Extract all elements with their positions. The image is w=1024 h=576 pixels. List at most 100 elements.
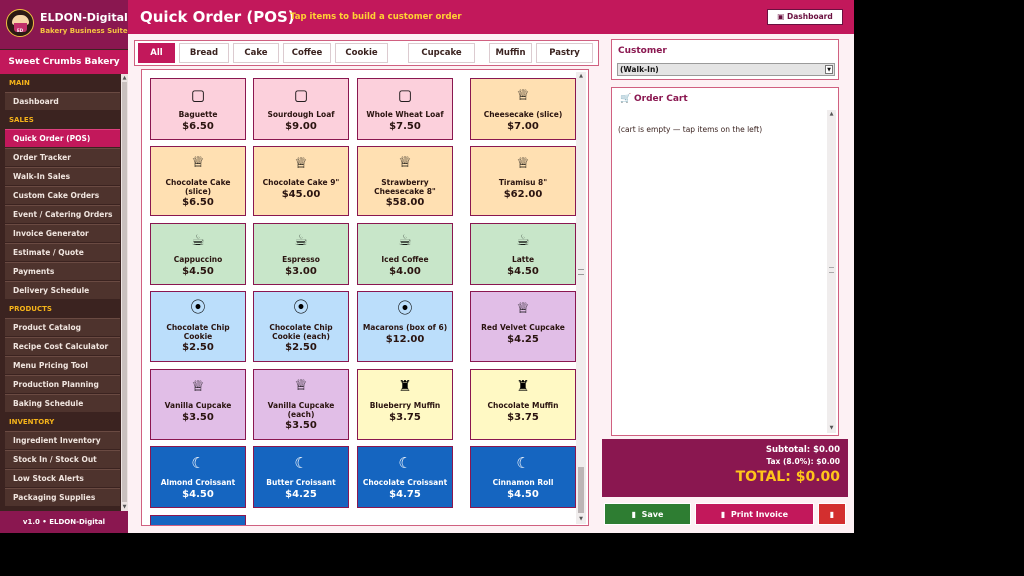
dashboard-button[interactable]: ▣ Dashboard: [767, 9, 843, 25]
product-card[interactable]: ♕ Strawberry Cheesecake 8" $58.00: [357, 146, 453, 216]
product-card[interactable]: ♕ Tiramisu 8" $62.00: [470, 146, 576, 216]
print-icon: ▮: [720, 510, 726, 519]
product-card[interactable]: ☕ Latte $4.50: [470, 223, 576, 285]
sidebar-item-baking-schedule[interactable]: Baking Schedule: [5, 394, 120, 412]
product-card[interactable]: ☕ Cappuccino $4.50: [150, 223, 246, 285]
page-subtitle: Tap items to build a customer order: [290, 12, 462, 22]
product-price: $4.50: [507, 266, 539, 277]
sidebar-item-low-stock-alerts[interactable]: Low Stock Alerts: [5, 469, 120, 487]
tab-cookie[interactable]: Cookie: [335, 43, 388, 63]
product-price: $9.00: [285, 121, 317, 132]
sidebar-scrollbar[interactable]: ▲ ▼: [121, 74, 128, 511]
bread-icon: ▢: [397, 86, 413, 104]
product-card[interactable]: ♕ Chocolate Cake (slice) $6.50: [150, 146, 246, 216]
product-card[interactable]: ♕ Cheesecake (slice) $7.00: [470, 78, 576, 140]
product-price: $4.50: [507, 489, 539, 500]
product-name: Butter Croissant: [266, 478, 336, 487]
muffin-icon: ♜: [516, 377, 530, 395]
product-card[interactable]: ♕ Chocolate Cake 9" $45.00: [253, 146, 349, 216]
tab-muffin[interactable]: Muffin: [489, 43, 532, 63]
product-name: Cappuccino: [173, 255, 223, 264]
sidebar-item-order-tracker[interactable]: Order Tracker: [5, 148, 120, 166]
product-card[interactable]: ♕ Vanilla Cupcake (each) $3.50: [253, 369, 349, 440]
sidebar-item-menu-pricing-tool[interactable]: Menu Pricing Tool: [5, 356, 120, 374]
customer-label: Customer: [618, 46, 667, 56]
sidebar-item-payments[interactable]: Payments: [5, 262, 120, 280]
product-card[interactable]: ⦿ Chocolate Chip Cookie $2.50: [150, 291, 246, 362]
sidebar-item-production-planning[interactable]: Production Planning: [5, 375, 120, 393]
bread-icon: ▢: [293, 86, 309, 104]
product-card[interactable]: ☾ Butter Croissant $4.25: [253, 446, 349, 508]
sidebar-item-product-catalog[interactable]: Product Catalog: [5, 318, 120, 336]
product-card[interactable]: ☾ Chocolate Croissant $4.75: [357, 446, 453, 508]
version-label: v1.0 • ELDON-Digital: [0, 511, 128, 533]
product-price: $45.00: [281, 189, 321, 200]
product-name: Chocolate Chip Cookie: [166, 323, 230, 341]
product-grid-scrollbar[interactable]: ▲ ▼: [576, 72, 586, 524]
product-card[interactable]: ▢ Sourdough Loaf $9.00: [253, 78, 349, 140]
cart-title: Order Cart: [634, 94, 688, 104]
croissant-icon: ☾: [294, 454, 308, 472]
tab-all[interactable]: All: [138, 43, 175, 63]
product-card[interactable]: ♜ Blueberry Muffin $3.75: [357, 369, 453, 440]
print-invoice-button[interactable]: ▮ Print Invoice: [695, 503, 814, 525]
product-name: Chocolate Cake 9": [262, 178, 340, 187]
tab-cake[interactable]: Cake: [233, 43, 279, 63]
sidebar-item-stock-in-stock-out[interactable]: Stock In / Stock Out: [5, 450, 120, 468]
product-card[interactable]: ▢ Baguette $6.50: [150, 78, 246, 140]
product-name: Chocolate Cake (slice): [165, 178, 231, 196]
product-card[interactable]: [150, 515, 246, 525]
total-value: TOTAL: $0.00: [735, 469, 840, 485]
product-card[interactable]: ♕ Vanilla Cupcake $3.50: [150, 369, 246, 440]
product-price: $6.50: [182, 121, 214, 132]
cake-icon: ♕: [516, 154, 530, 172]
product-card[interactable]: ♕ Red Velvet Cupcake $4.25: [470, 291, 576, 362]
tab-cupcake[interactable]: Cupcake: [408, 43, 475, 63]
tab-bread[interactable]: Bread: [179, 43, 229, 63]
subtotal-value: Subtotal: $0.00: [765, 445, 840, 455]
product-name: Blueberry Muffin: [369, 401, 441, 410]
brand-subtitle: Bakery Business Suite: [40, 27, 128, 35]
product-price: $4.50: [182, 266, 214, 277]
sidebar-item-estimate-quote[interactable]: Estimate / Quote: [5, 243, 120, 261]
sidebar-item-walk-in-sales[interactable]: Walk-In Sales: [5, 167, 120, 185]
croissant-icon: ☾: [191, 454, 205, 472]
bread-icon: ▢: [190, 86, 206, 104]
sidebar-item-invoice-generator[interactable]: Invoice Generator: [5, 224, 120, 242]
order-cart-panel: 🛒 Order Cart (cart is empty — tap items …: [611, 87, 839, 436]
sidebar-item-delivery-schedule[interactable]: Delivery Schedule: [5, 281, 120, 299]
product-card[interactable]: ☕ Iced Coffee $4.00: [357, 223, 453, 285]
product-price: $3.50: [285, 420, 317, 431]
coffee-icon: ☕: [398, 231, 412, 249]
clear-cart-button[interactable]: ▮: [818, 503, 846, 525]
page-header: Quick Order (POS) Tap items to build a c…: [128, 0, 854, 34]
save-button[interactable]: ▮ Save: [604, 503, 691, 525]
product-card[interactable]: ▢ Whole Wheat Loaf $7.50: [357, 78, 453, 140]
customer-panel: Customer (Walk-In) ▼: [611, 39, 839, 80]
product-card[interactable]: ☾ Cinnamon Roll $4.50: [470, 446, 576, 508]
sidebar-item-packaging-supplies[interactable]: Packaging Supplies: [5, 488, 120, 506]
product-price: $3.50: [182, 412, 214, 423]
sidebar-item-custom-cake-orders[interactable]: Custom Cake Orders: [5, 186, 120, 204]
customer-select[interactable]: (Walk-In) ▼: [617, 63, 835, 76]
sidebar-item-recipe-cost-calculator[interactable]: Recipe Cost Calculator: [5, 337, 120, 355]
tab-coffee[interactable]: Coffee: [283, 43, 331, 63]
product-card[interactable]: ☕ Espresso $3.00: [253, 223, 349, 285]
tab-pastry[interactable]: Pastry: [536, 43, 593, 63]
product-card[interactable]: ♜ Chocolate Muffin $3.75: [470, 369, 576, 440]
product-card[interactable]: ⦿ Macarons (box of 6) $12.00: [357, 291, 453, 362]
sidebar-item-event-catering-orders[interactable]: Event / Catering Orders: [5, 205, 120, 223]
cart-scrollbar[interactable]: ▲ ▼: [827, 110, 836, 433]
sidebar-item-ingredient-inventory[interactable]: Ingredient Inventory: [5, 431, 120, 449]
product-name: Iced Coffee: [381, 255, 429, 264]
product-card[interactable]: ☾ Almond Croissant $4.50: [150, 446, 246, 508]
customer-select-value: (Walk-In): [620, 65, 659, 74]
coffee-icon: ☕: [191, 231, 205, 249]
sidebar-item-quick-order-pos[interactable]: Quick Order (POS): [5, 129, 120, 147]
sidebar-section-products: PRODUCTS: [9, 305, 52, 313]
product-price: $58.00: [385, 197, 425, 208]
product-card[interactable]: ⦿ Chocolate Chip Cookie (each) $2.50: [253, 291, 349, 362]
sidebar-item-dashboard[interactable]: Dashboard: [5, 92, 120, 110]
chevron-down-icon[interactable]: ▼: [825, 65, 833, 74]
product-name: Red Velvet Cupcake: [481, 323, 565, 332]
